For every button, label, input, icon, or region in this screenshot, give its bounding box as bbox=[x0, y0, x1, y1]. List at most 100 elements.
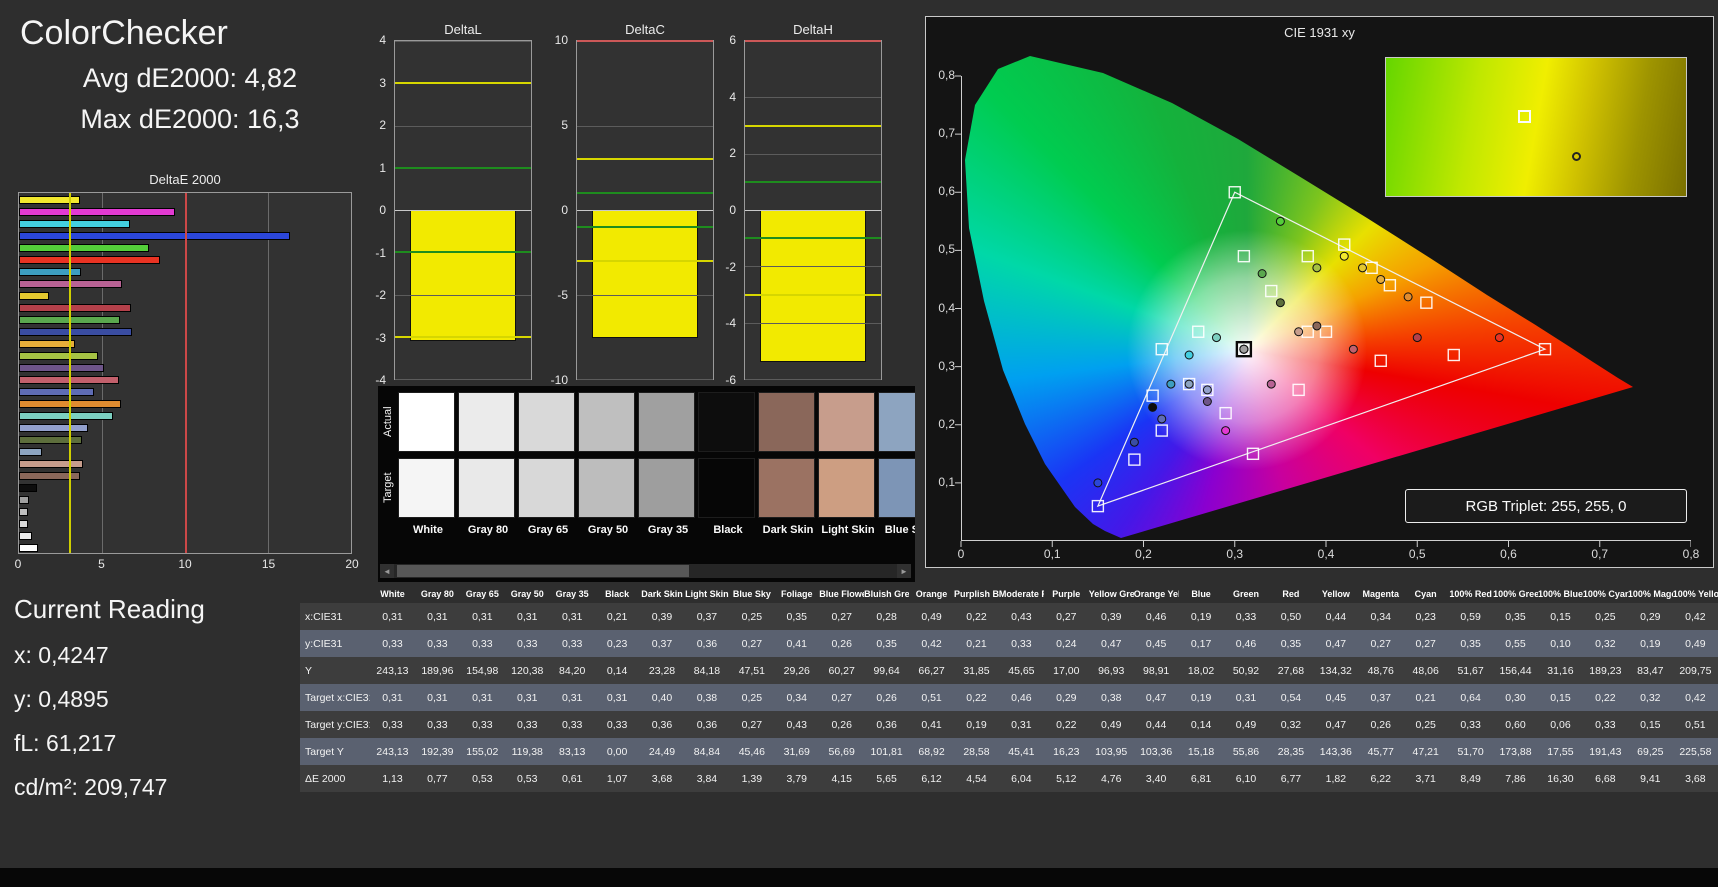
y-axis-label: 6 bbox=[729, 33, 736, 47]
table-column-header-purplish-blue: Purplish Blue bbox=[954, 589, 999, 599]
scrollbar-thumb[interactable] bbox=[397, 565, 689, 577]
table-cell: 0,26 bbox=[1358, 711, 1404, 738]
actual-swatch-row bbox=[398, 392, 915, 452]
table-cell: 0,43 bbox=[998, 603, 1044, 630]
table-cell: 0,45 bbox=[1133, 630, 1179, 657]
y-axis-label: 0,3 bbox=[938, 358, 955, 373]
deltac-y-axis: 10 5 0 -5 -10 bbox=[540, 33, 572, 387]
swatch-actual-white[interactable] bbox=[398, 392, 455, 452]
swatch-target-dark-skin[interactable] bbox=[758, 458, 815, 518]
table-cell: 0,28 bbox=[864, 603, 910, 630]
swatch-panel: Actual Target White Gray 80 Gray 65 Gray 50… bbox=[378, 386, 915, 582]
swatch-actual-light-skin[interactable] bbox=[818, 392, 875, 452]
swatch-target-black[interactable] bbox=[698, 458, 755, 518]
table-cell: 17,55 bbox=[1537, 738, 1583, 765]
deltae-bar-blue-flower bbox=[19, 424, 88, 432]
table-cell: 0,47 bbox=[1313, 630, 1359, 657]
swatch-target-gray-65[interactable] bbox=[518, 458, 575, 518]
deltae-bar-orange-yellow bbox=[19, 340, 76, 348]
table-cell: 0,51 bbox=[909, 684, 954, 711]
table-cell: 31,16 bbox=[1537, 657, 1583, 684]
table-cell: 0,14 bbox=[594, 657, 640, 684]
table-cell: 3,68 bbox=[1672, 765, 1718, 792]
table-cell: 189,96 bbox=[414, 657, 460, 684]
x-axis-label: 20 bbox=[345, 557, 359, 571]
table-cell: 45,41 bbox=[998, 738, 1044, 765]
table-cell: 23,28 bbox=[639, 657, 685, 684]
x-axis-label: 15 bbox=[261, 557, 276, 571]
current-reading-title: Current Reading bbox=[14, 594, 205, 624]
gridline bbox=[395, 379, 531, 380]
swatch-target-white[interactable] bbox=[398, 458, 455, 518]
table-row-label: y:CIE31 bbox=[300, 630, 371, 657]
table-cell: 0,40 bbox=[639, 684, 685, 711]
table-cell: 18,02 bbox=[1178, 657, 1224, 684]
table-cell: 0,49 bbox=[1223, 711, 1269, 738]
table-cell: 0,25 bbox=[1582, 603, 1628, 630]
deltal-chart bbox=[394, 40, 532, 380]
deltaH-bar bbox=[759, 210, 867, 363]
y-axis-label: -4 bbox=[725, 316, 736, 331]
swatch-target-gray-35[interactable] bbox=[638, 458, 695, 518]
swatch-label: Blue Sky bbox=[884, 524, 915, 536]
table-cell: 0,22 bbox=[954, 603, 999, 630]
table-cell: 0,64 bbox=[1448, 684, 1494, 711]
swatch-actual-blue-sky[interactable] bbox=[878, 392, 915, 452]
gridline bbox=[395, 125, 531, 127]
table-cell: 0,27 bbox=[819, 684, 865, 711]
table-cell: 24,49 bbox=[639, 738, 685, 765]
y-axis-label: 0 bbox=[561, 203, 568, 217]
table-cell: 0,33 bbox=[549, 630, 595, 657]
x-axis-label: 0,6 bbox=[1500, 547, 1517, 561]
x-axis-label: 0,2 bbox=[1135, 547, 1152, 561]
gridline bbox=[745, 97, 881, 99]
table-cell: 0,49 bbox=[909, 603, 954, 630]
table-row-y: Y 243,13 189,96 154,98 120,38 84,20 0,14 23,28 8… bbox=[300, 657, 1718, 684]
gridline bbox=[395, 41, 531, 42]
swatch-actual-gray-35[interactable] bbox=[638, 392, 695, 452]
table-cell: 55,86 bbox=[1223, 738, 1269, 765]
swatch-actual-gray-50[interactable] bbox=[578, 392, 635, 452]
swatch-actual-gray-80[interactable] bbox=[458, 392, 515, 452]
table-cell: 45,65 bbox=[998, 657, 1044, 684]
table-cell: 4,54 bbox=[954, 765, 999, 792]
table-column-header-100-red: 100% Red bbox=[1449, 589, 1492, 599]
table-cell: 28,35 bbox=[1268, 738, 1314, 765]
table-cell: 48,76 bbox=[1358, 657, 1404, 684]
table-row-x-cie31: x:CIE31 0,31 0,31 0,31 0,31 0,31 0,21 0,39 0,37 0… bbox=[300, 603, 1718, 630]
table-cell: 0,38 bbox=[1088, 684, 1134, 711]
table-cell: 0,50 bbox=[1268, 603, 1314, 630]
table-cell: 0,35 bbox=[864, 630, 910, 657]
swatch-actual-gray-65[interactable] bbox=[518, 392, 575, 452]
threshold-line bbox=[745, 124, 881, 127]
swatch-actual-dark-skin[interactable] bbox=[758, 392, 815, 452]
gridline bbox=[577, 379, 713, 380]
table-row-target-y: Target Y 243,13 192,39 155,02 119,38 83,13 0,0… bbox=[300, 738, 1718, 765]
swatch-target-gray-50[interactable] bbox=[578, 458, 635, 518]
swatch-scrollbar[interactable]: ◄ ► bbox=[380, 564, 911, 578]
scroll-left-icon[interactable]: ◄ bbox=[380, 564, 394, 578]
swatch-target-blue-sky[interactable] bbox=[878, 458, 915, 518]
swatch-target-light-skin[interactable] bbox=[818, 458, 875, 518]
table-cell: 0,26 bbox=[819, 711, 865, 738]
table-column-header-green: Green bbox=[1232, 589, 1259, 599]
reading-cdm2: cd/m²: 209,747 bbox=[14, 774, 168, 800]
scrollbar-track[interactable] bbox=[394, 564, 897, 578]
table-cell: 0,24 bbox=[1043, 630, 1089, 657]
scroll-right-icon[interactable]: ► bbox=[897, 564, 911, 578]
swatch-target-gray-80[interactable] bbox=[458, 458, 515, 518]
table-cell: 0,17 bbox=[1178, 630, 1224, 657]
deltae-bar-blue bbox=[19, 328, 133, 336]
y-axis-label: 4 bbox=[729, 89, 736, 104]
table-cell: 120,38 bbox=[504, 657, 550, 684]
table-row-target-y-cie31: Target y:CIE31 0,33 0,33 0,33 0,33 0,33 0,33 0,… bbox=[300, 711, 1718, 738]
table-cell: 0,22 bbox=[954, 684, 999, 711]
table-cell: 156,44 bbox=[1493, 657, 1538, 684]
swatch-actual-black[interactable] bbox=[698, 392, 755, 452]
table-cell: 0,27 bbox=[729, 711, 775, 738]
swatch-label: Gray 80 bbox=[467, 524, 509, 536]
table-cell: 0,53 bbox=[459, 765, 505, 792]
table-cell: 0,42 bbox=[909, 630, 954, 657]
table-cell: 3,84 bbox=[684, 765, 730, 792]
table-cell: 84,18 bbox=[684, 657, 730, 684]
